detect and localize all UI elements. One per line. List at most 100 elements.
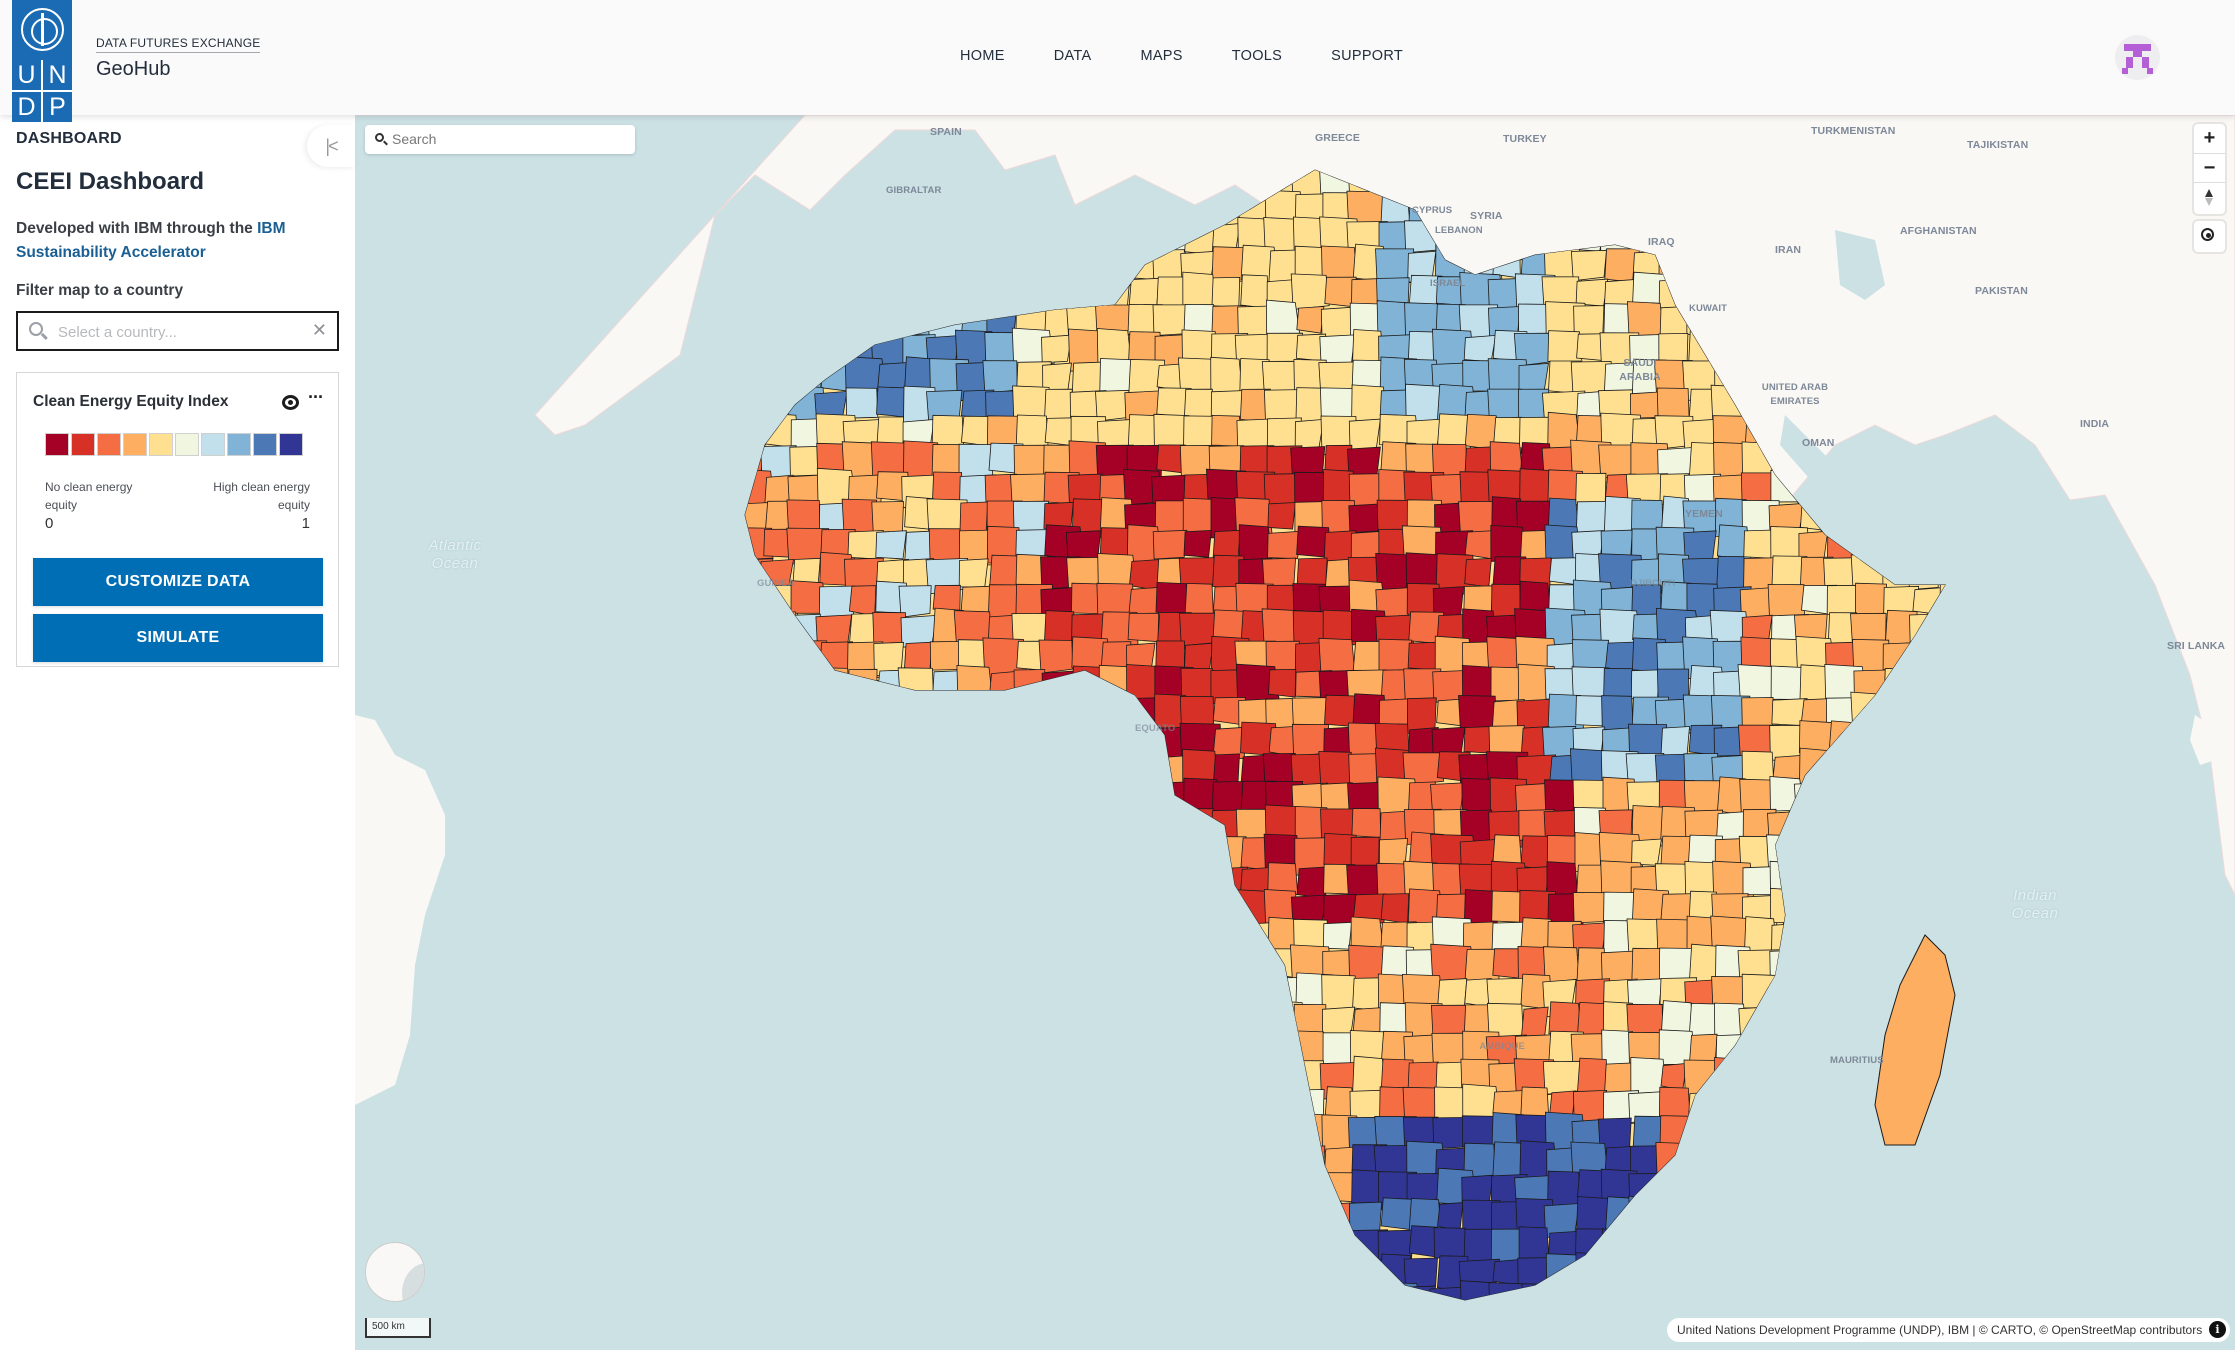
admin-region[interactable]: [1150, 1115, 1186, 1153]
admin-region[interactable]: [1938, 1170, 1974, 1209]
admin-region[interactable]: [734, 670, 774, 700]
admin-region[interactable]: [737, 192, 765, 224]
admin-region[interactable]: [1464, 557, 1492, 588]
admin-region[interactable]: [1097, 1117, 1129, 1149]
admin-region[interactable]: [1071, 1005, 1108, 1041]
admin-region[interactable]: [848, 248, 884, 282]
admin-region[interactable]: [1211, 1144, 1240, 1183]
admin-region[interactable]: [730, 1314, 767, 1348]
admin-region[interactable]: [1906, 444, 1943, 479]
admin-region[interactable]: [790, 1252, 831, 1287]
admin-region[interactable]: [846, 1062, 879, 1091]
admin-region[interactable]: [1094, 249, 1133, 285]
admin-region[interactable]: [1093, 218, 1133, 263]
admin-region[interactable]: [1124, 893, 1158, 926]
admin-region[interactable]: [956, 950, 991, 980]
admin-region[interactable]: [731, 1061, 770, 1104]
admin-region[interactable]: [900, 1086, 936, 1122]
admin-region[interactable]: [1912, 1284, 1941, 1317]
admin-region[interactable]: [1800, 501, 1830, 531]
admin-region[interactable]: [1205, 1006, 1246, 1046]
admin-region[interactable]: [1799, 747, 1834, 788]
admin-region[interactable]: [735, 1113, 776, 1147]
admin-region[interactable]: [1740, 1143, 1782, 1186]
admin-region[interactable]: [820, 978, 851, 1010]
admin-region[interactable]: [871, 1168, 914, 1212]
admin-region[interactable]: [1128, 1202, 1162, 1239]
admin-region[interactable]: [1152, 1030, 1195, 1067]
admin-region[interactable]: [1796, 1142, 1838, 1176]
admin-region[interactable]: [1155, 1312, 1188, 1347]
admin-region[interactable]: [1768, 1170, 1807, 1210]
admin-region[interactable]: [1318, 637, 1355, 675]
admin-region[interactable]: [1149, 1057, 1193, 1102]
admin-region[interactable]: [1856, 720, 1893, 758]
admin-region[interactable]: [761, 1199, 799, 1235]
admin-region[interactable]: [1262, 1202, 1298, 1236]
admin-region[interactable]: [736, 250, 766, 285]
admin-region[interactable]: [988, 978, 1024, 1009]
admin-region[interactable]: [1492, 834, 1523, 867]
admin-region[interactable]: [1350, 836, 1380, 867]
admin-region[interactable]: [790, 833, 831, 873]
admin-region[interactable]: [904, 722, 936, 757]
admin-region[interactable]: [814, 1147, 855, 1180]
admin-region[interactable]: [1067, 1144, 1101, 1179]
admin-region[interactable]: [1905, 776, 1950, 817]
admin-region[interactable]: [876, 837, 910, 875]
admin-region[interactable]: [788, 1201, 825, 1232]
admin-region[interactable]: [1656, 387, 1690, 420]
admin-region[interactable]: [1152, 529, 1188, 560]
admin-region[interactable]: [733, 306, 766, 339]
admin-region[interactable]: [1715, 1200, 1747, 1239]
admin-region[interactable]: [1520, 835, 1551, 871]
admin-region[interactable]: [1935, 1224, 1972, 1268]
admin-region[interactable]: [1855, 751, 1895, 790]
admin-region[interactable]: [1821, 891, 1858, 935]
admin-region[interactable]: [902, 301, 936, 336]
admin-region[interactable]: [1709, 1280, 1748, 1321]
admin-region[interactable]: [1014, 1227, 1047, 1262]
admin-region[interactable]: [926, 697, 962, 732]
admin-region[interactable]: [1767, 583, 1805, 618]
admin-region[interactable]: [816, 999, 856, 1038]
admin-region[interactable]: [1239, 1062, 1271, 1095]
admin-region[interactable]: [1907, 668, 1948, 709]
admin-region[interactable]: [1938, 837, 1977, 876]
admin-region[interactable]: [1126, 754, 1162, 785]
admin-region[interactable]: [1044, 726, 1082, 759]
admin-region[interactable]: [1128, 804, 1169, 843]
admin-region[interactable]: [815, 724, 854, 762]
admin-region[interactable]: [1912, 865, 1946, 897]
admin-region[interactable]: [1097, 693, 1135, 729]
admin-region[interactable]: [1574, 1284, 1611, 1318]
admin-region[interactable]: [1543, 1286, 1583, 1326]
admin-region[interactable]: [1828, 747, 1869, 785]
admin-region[interactable]: [1016, 1252, 1055, 1287]
admin-region[interactable]: [899, 755, 935, 789]
admin-region[interactable]: [762, 362, 792, 399]
admin-region[interactable]: [1066, 1254, 1105, 1292]
admin-region[interactable]: [1626, 1286, 1669, 1326]
admin-region[interactable]: [736, 890, 767, 932]
admin-region[interactable]: [814, 216, 852, 261]
admin-region[interactable]: [848, 278, 877, 311]
admin-region[interactable]: [1293, 1258, 1327, 1290]
admin-region[interactable]: [1177, 833, 1220, 874]
admin-region[interactable]: [1240, 922, 1272, 952]
admin-region[interactable]: [1237, 1114, 1272, 1151]
admin-region[interactable]: [846, 694, 884, 730]
admin-region[interactable]: [1772, 1113, 1809, 1151]
admin-region[interactable]: [790, 1057, 827, 1099]
admin-region[interactable]: [1602, 1228, 1634, 1265]
admin-region[interactable]: [1322, 1253, 1359, 1291]
admin-region[interactable]: [958, 443, 994, 480]
admin-region[interactable]: [1042, 922, 1074, 951]
admin-region[interactable]: [760, 1142, 798, 1185]
admin-region[interactable]: [1234, 1170, 1276, 1210]
admin-region[interactable]: [958, 697, 989, 736]
admin-region[interactable]: [1795, 978, 1832, 1015]
admin-region[interactable]: [987, 753, 1019, 790]
admin-region[interactable]: [1184, 864, 1219, 903]
admin-region[interactable]: [986, 271, 1029, 315]
